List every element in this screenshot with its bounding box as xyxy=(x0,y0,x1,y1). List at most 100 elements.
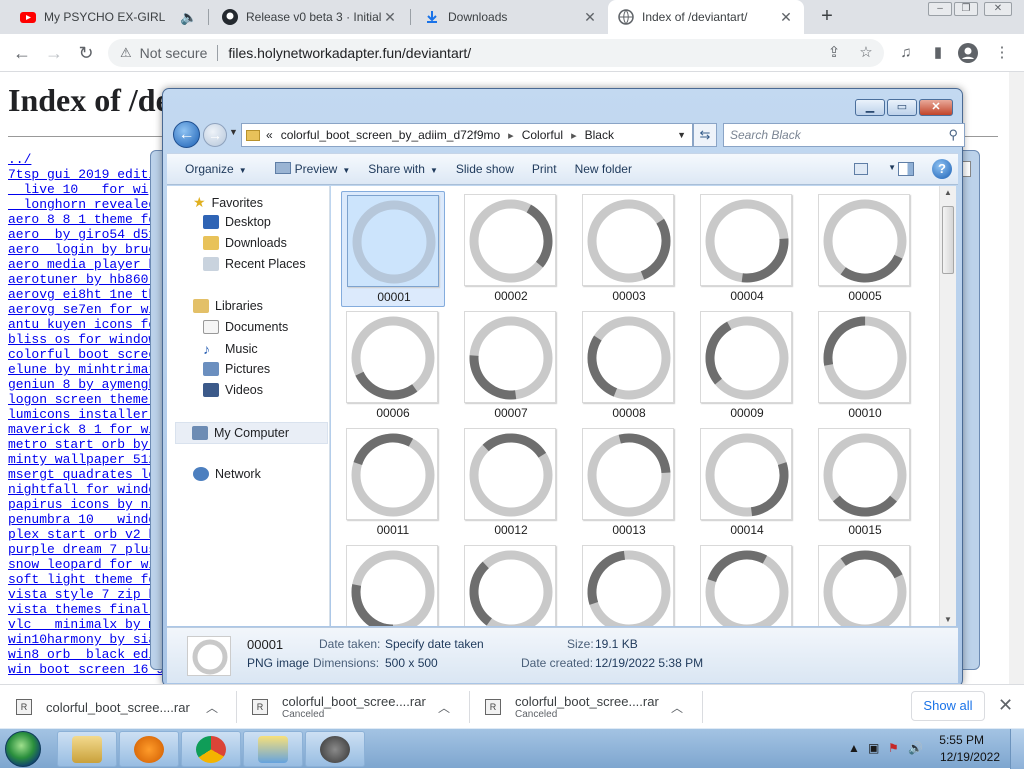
address-bar[interactable]: ⚠ Not secure files.holynetworkadapter.fu… xyxy=(108,39,884,67)
taskbar-explorer[interactable] xyxy=(57,731,117,767)
show-hidden-icons[interactable]: ▲ xyxy=(848,741,860,755)
reload-icon[interactable]: ↻ xyxy=(74,42,98,64)
slide-show-button[interactable]: Slide show xyxy=(456,162,514,176)
tab-youtube[interactable]: My PSYCHO EX-GIRL 🔈 xyxy=(10,0,206,34)
taskbar-app[interactable] xyxy=(305,731,365,767)
view-dropdown-icon[interactable]: ▼ xyxy=(888,163,896,172)
maximize-button[interactable]: ❐ xyxy=(954,2,978,16)
volume-icon[interactable]: 🔊 xyxy=(908,741,923,755)
share-icon[interactable]: ⇪ xyxy=(824,43,844,63)
file-thumbnail[interactable]: 00013 xyxy=(577,425,681,541)
file-thumbnail[interactable]: 00008 xyxy=(577,308,681,424)
taskbar-chrome[interactable] xyxy=(181,731,241,767)
breadcrumb-item[interactable]: Colorful xyxy=(522,128,563,142)
file-thumbnail[interactable]: 00011 xyxy=(341,425,445,541)
download-item[interactable]: R colorful_boot_scree....rar Canceled ︿ xyxy=(485,685,701,729)
file-grid-scrollbar[interactable]: ▲ ▼ xyxy=(939,186,956,626)
audio-icon[interactable]: 🔈 xyxy=(180,9,197,26)
refresh-icon[interactable]: ⇆ xyxy=(693,123,717,147)
file-thumbnail[interactable]: 00012 xyxy=(459,425,563,541)
back-arrow-icon[interactable]: ← xyxy=(10,42,34,64)
nav-recent-places[interactable]: Recent Places xyxy=(203,257,306,271)
breadcrumb-overflow[interactable]: « xyxy=(266,128,273,142)
preview-button[interactable]: Preview ▼ xyxy=(274,162,350,176)
file-thumbnail[interactable]: 00004 xyxy=(695,191,799,307)
tab-downloads[interactable]: Downloads ✕ xyxy=(414,0,608,34)
search-icon[interactable]: ⚲ xyxy=(948,127,958,143)
file-thumbnail[interactable]: 00006 xyxy=(341,308,445,424)
nav-libraries[interactable]: Libraries xyxy=(193,299,263,313)
forward-arrow-icon[interactable]: → xyxy=(42,42,66,64)
close-icon[interactable]: ✕ xyxy=(582,9,598,26)
file-thumbnail[interactable] xyxy=(813,542,917,626)
recent-pages-dropdown-icon[interactable]: ▼ xyxy=(229,127,238,137)
show-desktop-button[interactable] xyxy=(1010,729,1024,769)
file-thumbnail[interactable]: 00007 xyxy=(459,308,563,424)
menu-kebab-icon[interactable]: ⋮ xyxy=(992,43,1012,63)
new-tab-button[interactable]: + xyxy=(816,5,838,27)
taskbar-media-player[interactable] xyxy=(119,731,179,767)
file-thumbnail[interactable]: 00010 xyxy=(813,308,917,424)
nav-music[interactable]: ♪ Music xyxy=(203,341,258,357)
new-folder-button[interactable]: New folder xyxy=(575,162,632,176)
organize-button[interactable]: Organize ▼ xyxy=(185,162,247,176)
file-thumbnail[interactable] xyxy=(695,542,799,626)
download-item[interactable]: R colorful_boot_scree....rar Canceled ︿ xyxy=(252,685,468,729)
tab-index-deviantart[interactable]: Index of /deviantart/ ✕ xyxy=(608,0,804,34)
media-queue-icon[interactable]: ♫ xyxy=(896,43,916,63)
breadcrumb-item[interactable]: Black xyxy=(585,128,614,142)
chevron-up-icon[interactable]: ︿ xyxy=(206,699,218,716)
warning-icon[interactable]: ⚠ xyxy=(120,45,132,61)
nav-desktop[interactable]: Desktop xyxy=(203,215,271,229)
nav-my-computer[interactable]: My Computer xyxy=(175,422,328,444)
file-thumbnail[interactable] xyxy=(341,542,445,626)
nav-documents[interactable]: Documents xyxy=(203,320,288,334)
explorer-search-input[interactable]: Search Black ⚲ xyxy=(723,123,965,147)
close-shelf-icon[interactable]: ✕ xyxy=(998,695,1013,716)
file-thumbnail[interactable]: 00015 xyxy=(813,425,917,541)
address-dropdown-icon[interactable]: ▼ xyxy=(677,130,686,140)
action-center-icon[interactable]: ⚑ xyxy=(888,741,899,755)
show-all-button[interactable]: Show all xyxy=(911,691,985,721)
change-view-icon[interactable] xyxy=(854,163,868,175)
share-with-button[interactable]: Share with ▼ xyxy=(368,162,438,176)
explorer-back-arrow-icon[interactable]: ← xyxy=(173,121,200,148)
close-window-button[interactable]: ✕ xyxy=(984,2,1012,16)
file-thumbnail[interactable]: 00001 xyxy=(341,191,445,307)
explorer-address-bar[interactable]: « colorful_boot_screen_by_adiim_d72f9mo … xyxy=(241,123,693,147)
url-text[interactable]: files.holynetworkadapter.fun/deviantart/ xyxy=(228,45,471,61)
file-thumbnail[interactable]: 00003 xyxy=(577,191,681,307)
tab-github[interactable]: Release v0 beta 3 · Initial ✕ xyxy=(212,0,408,34)
network-tray-icon[interactable]: ▣ xyxy=(868,741,879,755)
clock-date[interactable]: 12/19/2022 xyxy=(940,750,1000,764)
file-thumbnail[interactable]: 00005 xyxy=(813,191,917,307)
scroll-down-icon[interactable]: ▼ xyxy=(940,615,956,624)
profile-avatar-icon[interactable] xyxy=(958,43,978,63)
details-date-taken-value[interactable]: Specify date taken xyxy=(385,637,484,651)
close-icon[interactable]: ✕ xyxy=(778,9,794,26)
file-thumbnail[interactable] xyxy=(459,542,563,626)
taskbar-paint[interactable] xyxy=(243,731,303,767)
chevron-right-icon[interactable]: ▸ xyxy=(571,129,577,142)
clock-time[interactable]: 5:55 PM xyxy=(939,733,984,747)
file-thumbnail[interactable] xyxy=(577,542,681,626)
chevron-up-icon[interactable]: ︿ xyxy=(671,699,683,716)
help-icon[interactable]: ? xyxy=(932,159,952,179)
scroll-up-icon[interactable]: ▲ xyxy=(940,188,956,197)
download-item[interactable]: R colorful_boot_scree....rar ︿ xyxy=(16,685,236,729)
nav-favorites[interactable]: ★ Favorites xyxy=(193,194,263,211)
close-icon[interactable]: ✕ xyxy=(382,9,398,26)
page-scrollbar[interactable] xyxy=(1009,72,1024,684)
chevron-up-icon[interactable]: ︿ xyxy=(438,699,450,716)
file-thumbnail[interactable]: 00014 xyxy=(695,425,799,541)
side-panel-icon[interactable]: ▮ xyxy=(928,43,948,63)
explorer-close-button[interactable]: ✕ xyxy=(919,99,953,116)
chevron-right-icon[interactable]: ▸ xyxy=(508,129,514,142)
explorer-forward-arrow-icon[interactable]: → xyxy=(203,123,227,147)
file-thumbnail[interactable]: 00009 xyxy=(695,308,799,424)
security-label[interactable]: Not secure xyxy=(140,45,208,61)
explorer-maximize-button[interactable]: ▭ xyxy=(887,99,917,116)
bookmark-star-icon[interactable]: ☆ xyxy=(856,43,876,63)
nav-pictures[interactable]: Pictures xyxy=(203,362,270,376)
scrollbar-thumb[interactable] xyxy=(942,206,954,274)
